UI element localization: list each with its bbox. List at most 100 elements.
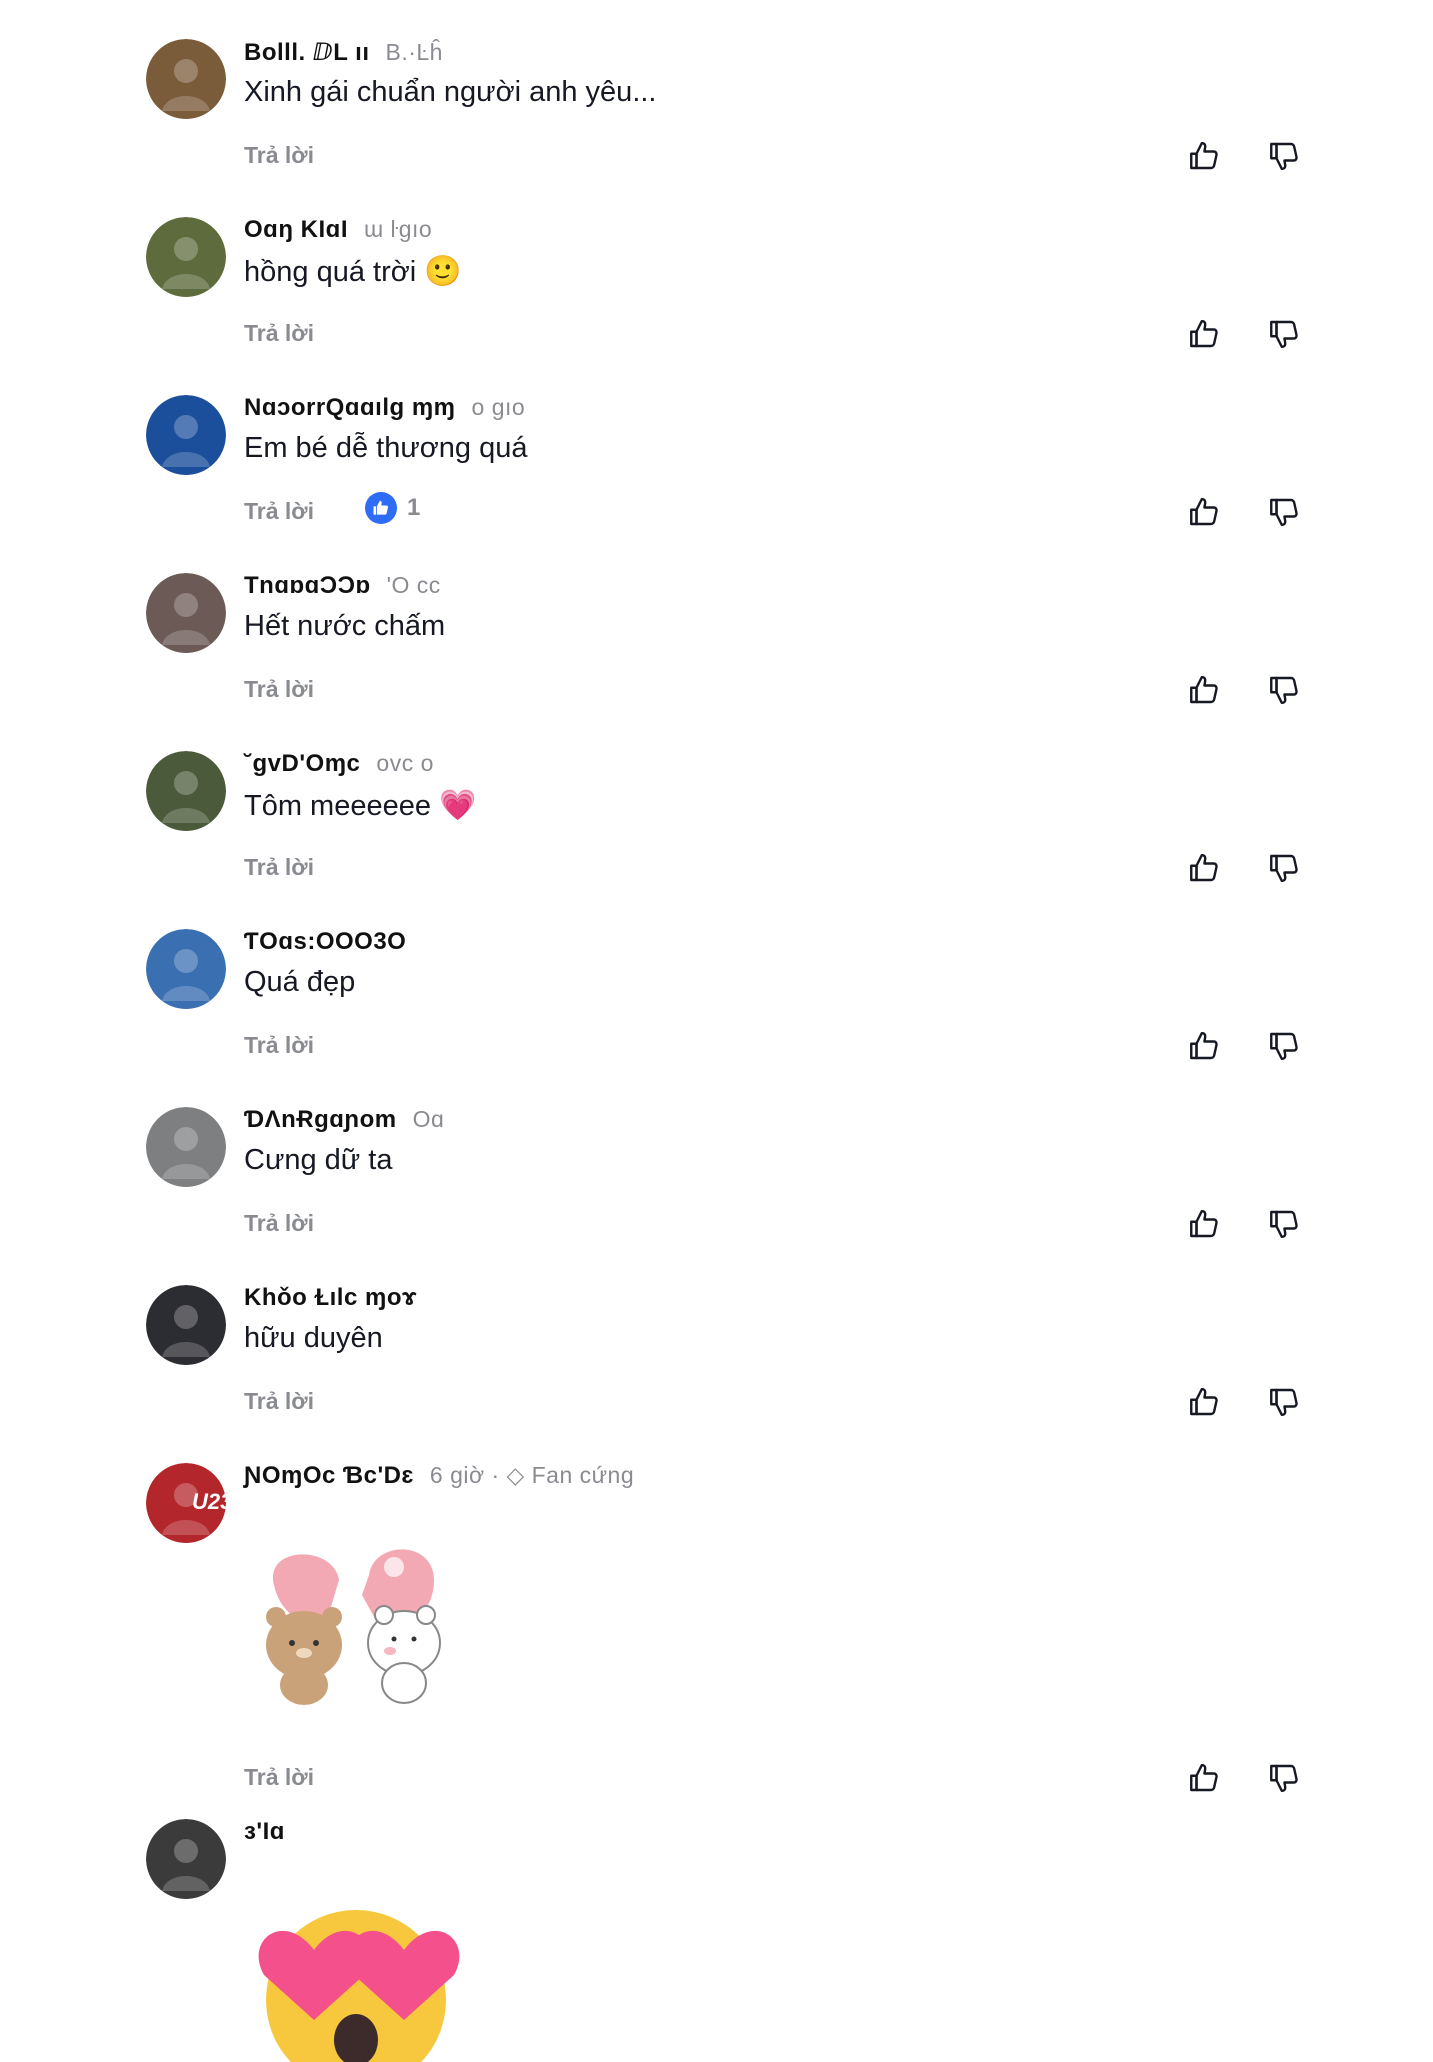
comment-username[interactable]: Bolll. ⅅL ıı B.·Ŀĥ	[244, 38, 443, 67]
comment-username[interactable]: TnɑɒɑƆƆɒ ʹO cc	[244, 572, 441, 600]
dislike-button[interactable]	[1266, 494, 1302, 530]
comment-emoji: 💗	[439, 789, 477, 822]
comment-username[interactable]: ƊɅnɌɡɑɲom Oɑ	[244, 1106, 444, 1134]
reply-button[interactable]: Trả lời	[244, 1388, 314, 1415]
comment-meta: ɯ ŀgıo	[363, 216, 433, 242]
like-button[interactable]	[1186, 1206, 1222, 1242]
avatar[interactable]	[146, 573, 226, 653]
reply-button[interactable]: Trả lời	[244, 854, 314, 881]
comment-meta: ʹO cc	[386, 572, 441, 598]
reply-button[interactable]: Trả lời	[244, 142, 314, 169]
like-button[interactable]	[1186, 316, 1222, 352]
avatar[interactable]	[146, 1285, 226, 1365]
username-text[interactable]: NɑɔorrQɑɑılɡ ɱɱ	[244, 394, 456, 421]
username-text[interactable]: Oɑŋ KIɑI	[244, 216, 348, 243]
dislike-button[interactable]	[1266, 316, 1302, 352]
thumbs-down-icon	[1266, 1206, 1302, 1242]
comment-body: Em bé dễ thương quá	[244, 432, 528, 464]
comment-item: ƬOɑs:OOO3O Quá đẹp Trả lời	[0, 890, 1433, 1068]
avatar[interactable]	[146, 929, 226, 1009]
dislike-button[interactable]	[1266, 850, 1302, 886]
reply-button[interactable]: Trả lời	[244, 1210, 314, 1237]
comment-text: Tôm meeeeee 💗	[244, 788, 476, 823]
username-text[interactable]: ƬOɑs:OOO3O	[244, 928, 406, 955]
avatar[interactable]	[146, 751, 226, 831]
comment-username[interactable]: Khǒo Ɫılc ɱoɤ	[244, 1284, 417, 1312]
avatar[interactable]	[146, 1107, 226, 1187]
comment-text: Hết nước chấm	[244, 610, 445, 643]
username-text[interactable]: ƊɅnɌɡɑɲom	[244, 1106, 397, 1133]
comment-meta: o ɡıo	[471, 394, 526, 420]
reply-button[interactable]: Trả lời	[244, 320, 314, 347]
avatar[interactable]	[146, 1819, 226, 1899]
dislike-button[interactable]	[1266, 672, 1302, 708]
comment-item: U23ƝOɱOc ƁcʹDɛ6 giờ · ◇ Fan cứngTrả lời	[0, 1424, 1433, 1792]
comment-username[interactable]: ɜʹƖɑ	[244, 1818, 285, 1846]
thumbs-up-icon	[1186, 1384, 1222, 1420]
comment-text: Quá đẹp	[244, 966, 355, 999]
comment-text: Em bé dễ thương quá	[244, 432, 528, 465]
svg-text:U23: U23	[192, 1489, 226, 1514]
comment-meta: 6 giờ · ◇ Fan cứng	[429, 1462, 635, 1488]
username-text[interactable]: Bolll. ⅅL ıı	[244, 39, 369, 66]
comment-body: Tôm meeeeee	[244, 790, 431, 822]
avatar[interactable]	[146, 39, 226, 119]
like-button[interactable]	[1186, 494, 1222, 530]
username-text[interactable]: ˘ɡvDʹOɱc	[244, 750, 360, 777]
thumbs-down-icon	[1266, 1028, 1302, 1064]
comment-meta: ovc o	[376, 750, 434, 776]
thumbs-down-icon	[1266, 316, 1302, 352]
thumbs-up-icon	[1186, 494, 1222, 530]
comment-meta: B.·Ŀĥ	[385, 39, 443, 65]
thumbs-up-icon	[1186, 316, 1222, 352]
thumbs-up-icon	[1186, 138, 1222, 174]
dislike-button[interactable]	[1266, 1028, 1302, 1064]
like-button[interactable]	[1186, 1028, 1222, 1064]
comment-item: Khǒo Ɫılc ɱoɤ hữu duyên Trả lời	[0, 1246, 1433, 1424]
like-button[interactable]	[1186, 672, 1222, 708]
thumbs-down-icon	[1266, 138, 1302, 174]
comment-username[interactable]: Oɑŋ KIɑI ɯ ŀgıo	[244, 216, 432, 244]
reply-button[interactable]: Trả lời	[244, 676, 314, 703]
avatar[interactable]	[146, 395, 226, 475]
comment-body: Quá đẹp	[244, 966, 356, 998]
comment-item: TnɑɒɑƆƆɒ ʹO cc Hết nước chấm Trả lời	[0, 534, 1433, 712]
comment-text: hồng quá trời 🙂	[244, 254, 462, 289]
comment-username[interactable]: ƬOɑs:OOO3O	[244, 928, 406, 956]
comment-item: Bolll. ⅅL ıı B.·Ŀĥ Xinh gái chuẩn người an…	[0, 0, 1433, 178]
comment-username[interactable]: ƝOɱOc ƁcʹDɛ 6 giờ · ◇ Fan cứng	[244, 1462, 634, 1490]
avatar[interactable]	[146, 217, 226, 297]
thumbs-up-icon	[1186, 1028, 1222, 1064]
comment-item: ɜʹƖɑ	[0, 1780, 1433, 1958]
comment-body: Xinh gái chuẩn người anh yêu...	[244, 76, 657, 108]
comment-emoji: 🙂	[424, 255, 462, 288]
thumbs-down-icon	[1266, 850, 1302, 886]
creator-like-indicator: 1	[365, 492, 420, 524]
reply-button[interactable]: Trả lời	[244, 1032, 314, 1059]
comment-item: NɑɔorrQɑɑılɡ ɱɱ o ɡıo Em bé dễ thương quá T…	[0, 356, 1433, 534]
comment-body: Hết nước chấm	[244, 610, 446, 642]
comment-item: ˘ɡvDʹOɱc ovc o Tôm meeeeee 💗 Trả lời	[0, 712, 1433, 890]
dislike-button[interactable]	[1266, 1206, 1302, 1242]
like-button[interactable]	[1186, 138, 1222, 174]
avatar[interactable]: U23	[146, 1463, 226, 1543]
comment-body: Cưng dữ ta	[244, 1144, 393, 1176]
like-button[interactable]	[1186, 850, 1222, 886]
username-text[interactable]: ƝOɱOc ƁcʹDɛ	[244, 1462, 414, 1489]
bear-sticker	[244, 1535, 466, 1705]
reply-button[interactable]: Trả lời	[244, 498, 314, 525]
username-text[interactable]: Khǒo Ɫılc ɱoɤ	[244, 1284, 417, 1311]
comment-username[interactable]: NɑɔorrQɑɑılɡ ɱɱ o ɡıo	[244, 394, 525, 422]
username-text[interactable]: TnɑɒɑƆƆɒ	[244, 572, 371, 599]
thumbs-down-icon	[1266, 672, 1302, 708]
username-text[interactable]: ɜʹƖɑ	[244, 1818, 285, 1845]
dislike-button[interactable]	[1266, 1384, 1302, 1420]
dislike-button[interactable]	[1266, 138, 1302, 174]
comment-item: ƊɅnɌɡɑɲom Oɑ Cưng dữ ta Trả lời	[0, 1068, 1433, 1246]
thumbs-down-icon	[1266, 494, 1302, 530]
comment-body: hồng quá trời	[244, 256, 417, 288]
comment-meta: Oɑ	[412, 1106, 445, 1132]
comment-username[interactable]: ˘ɡvDʹOɱc ovc o	[244, 750, 434, 778]
comment-item: Oɑŋ KIɑI ɯ ŀgıo hồng quá trời 🙂 Trả lời	[0, 178, 1433, 356]
like-button[interactable]	[1186, 1384, 1222, 1420]
